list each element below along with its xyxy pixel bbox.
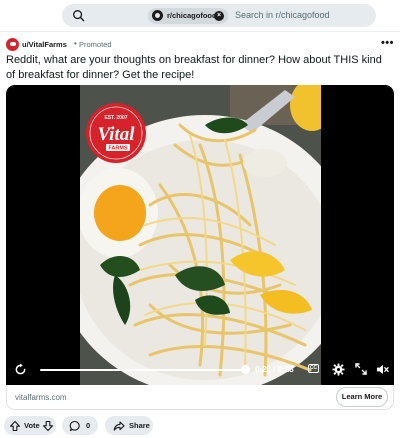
author-avatar[interactable] [6, 38, 19, 51]
post-title[interactable]: Reddit, what are your thoughts on breakf… [6, 53, 394, 83]
video-player[interactable]: EST. 2007 Vital FARMS 0:28 / 0:28 CC [6, 85, 394, 385]
post-actions: Vote 0 Share [4, 416, 396, 436]
share-button[interactable]: Share [105, 416, 153, 435]
more-options-button[interactable]: ••• [381, 37, 394, 49]
comment-icon [69, 420, 80, 431]
vote-control: Vote [4, 416, 56, 435]
link-bar[interactable]: vitalfarms.com Learn More [6, 385, 394, 410]
learn-more-button[interactable]: Learn More [336, 387, 388, 407]
divider [0, 31, 400, 32]
post-header: u/VitalFarms • Promoted ••• [6, 37, 394, 52]
search-placeholder[interactable]: Search in r/chicagofood [235, 10, 330, 20]
community-chip-label: r/chicagofood [167, 11, 217, 20]
search-bar[interactable]: r/chicagofood × Search in r/chicagofood [62, 4, 376, 27]
logo-sub-text: FARMS [108, 146, 128, 152]
clear-community-icon[interactable]: × [214, 10, 224, 21]
progress-track[interactable] [40, 368, 245, 371]
logo-main-text: Vital [98, 124, 136, 145]
expand-icon[interactable] [355, 363, 367, 375]
mute-icon[interactable] [376, 363, 389, 376]
upvote-icon[interactable] [9, 420, 21, 432]
vote-label: Vote [24, 421, 40, 430]
separator-dot: • [74, 39, 77, 48]
time-display: 0:28 / 0:28 [255, 365, 294, 374]
video-thumbnail-illustration: EST. 2007 Vital FARMS [80, 85, 321, 385]
closed-captions-icon[interactable]: CC [308, 364, 319, 373]
top-bar: r/chicagofood × Search in r/chicagofood [0, 0, 400, 32]
link-domain[interactable]: vitalfarms.com [15, 393, 67, 402]
progress-thumb[interactable] [241, 365, 250, 374]
settings-gear-icon[interactable] [332, 363, 345, 376]
comments-button[interactable]: 0 [62, 416, 98, 435]
logo-top-text: EST. 2007 [104, 115, 127, 121]
community-chip[interactable]: r/chicagofood × [148, 7, 228, 24]
downvote-icon[interactable] [42, 420, 54, 432]
community-avatar [152, 10, 163, 21]
comment-count: 0 [86, 421, 91, 430]
video-controls: 0:28 / 0:28 CC [6, 359, 394, 383]
share-icon [113, 420, 125, 431]
author-name[interactable]: u/VitalFarms [22, 40, 67, 49]
replay-icon[interactable] [14, 363, 27, 376]
share-label: Share [129, 421, 150, 430]
search-icon [73, 10, 85, 22]
video-frame: EST. 2007 Vital FARMS [80, 85, 321, 385]
promoted-label: Promoted [79, 40, 112, 49]
